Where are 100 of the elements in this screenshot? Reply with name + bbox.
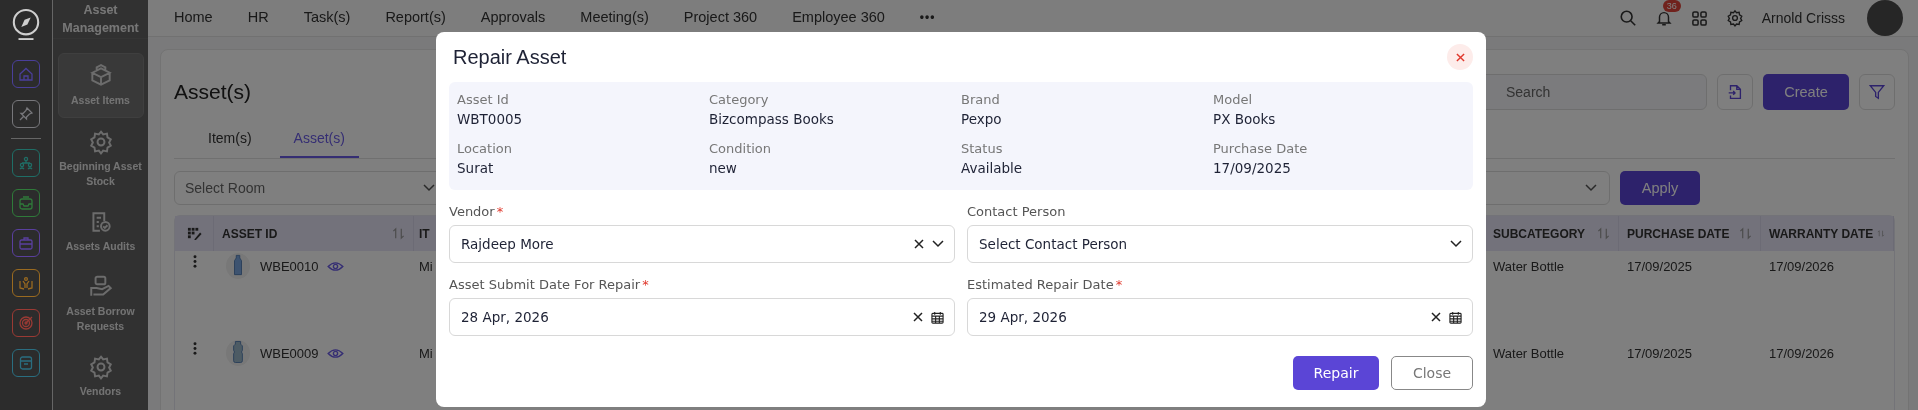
chevron-down-icon [1585,184,1597,192]
archive-icon [18,355,34,371]
nav-link[interactable]: HR [247,9,269,25]
table-cell: Water Bottle [1493,259,1565,274]
export-icon [1726,83,1744,101]
detail-label: Asset Id [457,92,510,107]
detail-label: Location [457,141,513,156]
pin-rail-button[interactable] [12,100,40,128]
clear-icon[interactable] [914,239,924,249]
chevron-down-icon [932,240,944,248]
nav-link[interactable]: Task(s) [303,9,351,25]
eye-icon[interactable] [326,348,344,359]
close-button[interactable]: Close [1391,356,1473,390]
nav-link[interactable]: Project 360 [683,9,758,25]
compass-logo-icon[interactable] [11,8,41,42]
table-cell: 17/09/2026 [1769,259,1835,274]
bottle-thumbnail [226,340,250,366]
repair-button[interactable]: Repair [1293,356,1379,390]
detail-value: Pexpo [961,111,1003,127]
column-header: ASSET ID [222,226,278,241]
table-cell: 17/09/2026 [1769,346,1835,361]
hand-rail-button[interactable] [12,269,40,297]
clear-icon[interactable] [913,312,923,322]
nav-link[interactable]: Meeting(s) [580,9,649,25]
asset-id: WBE0009 [260,346,319,361]
select-field[interactable]: Rajdeep More [449,225,955,263]
calendar-icon[interactable] [1449,310,1462,324]
hand-icon [18,275,34,291]
detail-value: new [709,160,738,176]
date-field[interactable]: 28 Apr, 2026 [449,298,955,336]
select-field[interactable]: Select Contact Person [967,225,1473,263]
column-settings-icon[interactable] [186,226,202,241]
column-header: IT [419,226,430,241]
detail-label: Condition [709,141,773,156]
archive-rail-button[interactable] [12,349,40,377]
detail-label: Brand [961,92,1001,107]
briefcase-rail-button[interactable] [12,229,40,257]
filter-icon [1868,83,1886,101]
inbox-rail-button[interactable] [12,189,40,217]
bell-icon[interactable] [1654,9,1673,27]
calendar-icon[interactable] [931,310,944,324]
clear-icon[interactable] [1431,312,1441,322]
sidebar-item[interactable]: Beginning Asset Stock [58,120,143,198]
required-mark: * [496,204,504,219]
nav-link[interactable]: Approvals [480,9,546,25]
detail-value: PX Books [1213,111,1277,127]
date-field[interactable]: 29 Apr, 2026 [967,298,1473,336]
detail-label: Status [961,141,1004,156]
export-button[interactable] [1717,74,1753,110]
column-header: WARRANTY DATE [1769,226,1874,241]
page-title: Asset(s) [174,80,251,104]
detail-value: Bizcompass Books [709,111,835,127]
pin-icon [18,106,34,122]
target-icon [18,315,34,331]
sitemap-rail-button[interactable] [12,149,40,177]
table-cell: Water Bottle [1493,346,1565,361]
chevron-down-icon [1450,240,1462,248]
detail-value: 17/09/2025 [1213,160,1292,176]
nav-link[interactable]: Employee 360 [792,9,885,25]
kebab-menu-icon[interactable] [192,342,197,355]
kebab-menu-icon[interactable] [192,255,197,268]
dialog-title: Repair Asset [453,45,567,69]
detail-label: Category [709,92,770,107]
close-icon [1455,52,1465,62]
sidebar-item[interactable]: Assets Audits [58,200,143,263]
gear-icon [87,129,114,155]
column-header: PURCHASE DATE [1627,226,1730,241]
gear-icon [87,354,114,380]
detail-value: Surat [457,160,495,176]
field-label: Asset Submit Date For Repair [449,277,641,292]
tab[interactable]: Asset(s) [279,120,359,158]
user-name[interactable]: Arnold Crisss [1761,10,1845,26]
tab[interactable]: Item(s) [194,120,266,158]
nav-link[interactable]: Home [174,9,213,25]
required-mark: * [1115,277,1123,292]
required-mark: * [642,277,649,292]
detail-value: Available [961,160,1024,176]
sidebar-item[interactable]: Asset Borrow Requests [58,265,143,343]
home-icon [18,66,34,82]
close-button[interactable] [1447,44,1473,70]
filter-button[interactable] [1859,74,1895,110]
sidebar-item[interactable]: Vendors [58,345,143,408]
sitemap-icon [18,155,34,171]
briefcase-icon [18,235,34,251]
settings-icon[interactable] [1725,9,1744,27]
field-label: Estimated Repair Date [967,277,1114,292]
eye-icon[interactable] [326,261,344,272]
bottle-thumbnail [226,253,250,279]
detail-label: Purchase Date [1213,141,1309,156]
nav-link[interactable]: Report(s) [385,9,446,25]
user-avatar[interactable] [1867,0,1903,36]
table-cell: 17/09/2025 [1627,346,1693,361]
search-icon[interactable] [1618,9,1637,27]
apps-grid-icon[interactable] [1690,9,1708,27]
apply-button[interactable]: Apply [1620,171,1700,205]
chevron-down-icon [423,184,435,192]
table-cell: 17/09/2025 [1627,259,1693,274]
more-menu[interactable]: ••• [919,10,936,24]
create-button[interactable]: Create [1763,74,1849,110]
target-rail-button[interactable] [12,309,40,337]
